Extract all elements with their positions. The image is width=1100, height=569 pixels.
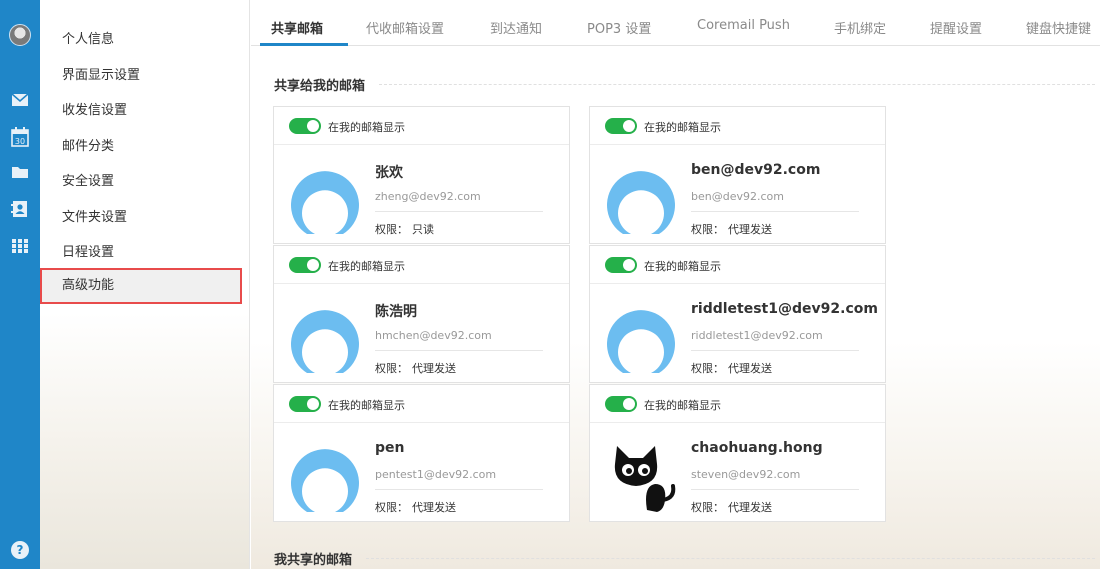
- menu-item-send-receive[interactable]: 收发信设置: [40, 93, 240, 129]
- permission-label: 权限：: [691, 501, 724, 514]
- shared-mailbox-card: 在我的邮箱显示 pen pentest1@dev92.com 权限： 代理发送: [273, 384, 570, 522]
- shared-mailbox-card: 在我的邮箱显示 riddletest1@dev92.com riddletest…: [589, 245, 886, 383]
- card-divider: [375, 211, 543, 212]
- mailbox-email: steven@dev92.com: [691, 468, 801, 481]
- mailbox-email: zheng@dev92.com: [375, 190, 481, 203]
- tab-collect-mailbox[interactable]: 代收邮箱设置: [366, 18, 444, 37]
- show-in-mailbox-toggle[interactable]: [605, 118, 637, 134]
- toggle-label: 在我的邮箱显示: [328, 399, 405, 412]
- card-header: 在我的邮箱显示: [590, 246, 885, 284]
- permission-row: 权限： 代理发送: [691, 221, 772, 237]
- mailbox-email: pentest1@dev92.com: [375, 468, 497, 481]
- tab-pop3[interactable]: POP3 设置: [587, 18, 651, 37]
- toggle-label: 在我的邮箱显示: [328, 121, 405, 134]
- cat-avatar-icon: [603, 438, 679, 514]
- show-in-mailbox-toggle[interactable]: [605, 257, 637, 273]
- main-content: 共享邮箱 代收邮箱设置 到达通知 POP3 设置 Coremail Push 手…: [251, 0, 1100, 569]
- card-header: 在我的邮箱显示: [590, 107, 885, 145]
- permission-value: 代理发送: [728, 362, 772, 375]
- mailbox-email: hmchen@dev92.com: [375, 329, 492, 342]
- tab-reminder-settings[interactable]: 提醒设置: [930, 18, 982, 37]
- tab-keyboard-shortcuts[interactable]: 键盘快捷键: [1026, 18, 1091, 37]
- default-avatar-icon: [287, 160, 363, 236]
- settings-tabs: 共享邮箱 代收邮箱设置 到达通知 POP3 设置 Coremail Push 手…: [251, 0, 1100, 46]
- menu-item-security[interactable]: 安全设置: [40, 164, 240, 200]
- permission-label: 权限：: [691, 362, 724, 375]
- show-in-mailbox-toggle[interactable]: [289, 118, 321, 134]
- permission-value: 代理发送: [412, 362, 456, 375]
- mail-icon[interactable]: [11, 92, 29, 108]
- calendar-day-text: 30: [15, 137, 25, 146]
- calendar-icon[interactable]: 30: [11, 127, 29, 147]
- section-divider: [366, 558, 1095, 559]
- permission-label: 权限：: [375, 501, 408, 514]
- apps-grid-icon[interactable]: [11, 238, 29, 254]
- default-avatar-icon: [287, 299, 363, 375]
- default-avatar-icon: [603, 299, 679, 375]
- permission-value: 只读: [412, 223, 434, 236]
- show-in-mailbox-toggle[interactable]: [289, 257, 321, 273]
- tab-arrival-notice[interactable]: 到达通知: [490, 18, 542, 37]
- menu-item-folder-settings[interactable]: 文件夹设置: [40, 200, 240, 236]
- show-in-mailbox-toggle[interactable]: [289, 396, 321, 412]
- mailbox-owner-name: ben@dev92.com: [691, 162, 821, 178]
- mailbox-owner-name: 陈浩明: [375, 304, 417, 320]
- mailbox-owner-name: riddletest1@dev92.com: [691, 301, 878, 317]
- default-avatar-icon: [287, 438, 363, 514]
- card-header: 在我的邮箱显示: [590, 385, 885, 423]
- shared-mailbox-card: 在我的邮箱显示 张欢 zheng@dev92.com 权限： 只读: [273, 106, 570, 244]
- menu-item-advanced[interactable]: 高级功能: [40, 268, 242, 304]
- toggle-label: 在我的邮箱显示: [644, 121, 721, 134]
- settings-menu: 个人信息 界面显示设置 收发信设置 邮件分类 安全设置 文件夹设置 日程设置 高…: [40, 0, 250, 569]
- card-divider: [691, 489, 859, 490]
- permission-value: 代理发送: [412, 501, 456, 514]
- menu-item-personal-info[interactable]: 个人信息: [40, 22, 240, 58]
- tab-shared-mailbox[interactable]: 共享邮箱: [271, 18, 323, 37]
- permission-value: 代理发送: [728, 501, 772, 514]
- card-divider: [691, 350, 859, 351]
- permission-label: 权限：: [375, 223, 408, 236]
- permission-value: 代理发送: [728, 223, 772, 236]
- tab-phone-binding[interactable]: 手机绑定: [834, 18, 886, 37]
- card-divider: [691, 211, 859, 212]
- shared-mailbox-card: 在我的邮箱显示 chaohuang.hong steven@dev92.com …: [589, 384, 886, 522]
- toggle-label: 在我的邮箱显示: [328, 260, 405, 273]
- contacts-icon[interactable]: [11, 201, 29, 217]
- card-header: 在我的邮箱显示: [274, 385, 569, 423]
- mailbox-owner-name: pen: [375, 440, 405, 456]
- permission-label: 权限：: [691, 223, 724, 236]
- permission-label: 权限：: [375, 362, 408, 375]
- section-divider: [379, 84, 1095, 85]
- menu-item-calendar-settings[interactable]: 日程设置: [40, 235, 240, 271]
- mailbox-owner-name: 张欢: [375, 165, 403, 181]
- default-avatar-icon: [603, 160, 679, 236]
- mailbox-email: ben@dev92.com: [691, 190, 784, 203]
- mailbox-email: riddletest1@dev92.com: [691, 329, 823, 342]
- user-avatar[interactable]: [9, 24, 31, 46]
- show-in-mailbox-toggle[interactable]: [605, 396, 637, 412]
- card-header: 在我的邮箱显示: [274, 246, 569, 284]
- app-icon-rail: 30 ?: [0, 0, 40, 569]
- menu-item-display-settings[interactable]: 界面显示设置: [40, 58, 240, 94]
- permission-row: 权限： 代理发送: [691, 360, 772, 376]
- shared-mailbox-card: 在我的邮箱显示 ben@dev92.com ben@dev92.com 权限： 代…: [589, 106, 886, 244]
- shared-mailbox-card: 在我的邮箱显示 陈浩明 hmchen@dev92.com 权限： 代理发送: [273, 245, 570, 383]
- tab-coremail-push[interactable]: Coremail Push: [697, 18, 790, 33]
- card-header: 在我的邮箱显示: [274, 107, 569, 145]
- permission-row: 权限： 代理发送: [375, 499, 456, 515]
- toggle-label: 在我的邮箱显示: [644, 399, 721, 412]
- card-divider: [375, 350, 543, 351]
- menu-item-mail-category[interactable]: 邮件分类: [40, 129, 240, 165]
- toggle-label: 在我的邮箱显示: [644, 260, 721, 273]
- section-title-shared-to-me: 共享给我的邮箱: [274, 79, 366, 94]
- permission-row: 权限： 代理发送: [691, 499, 772, 515]
- mailbox-owner-name: chaohuang.hong: [691, 440, 823, 456]
- permission-row: 权限： 只读: [375, 221, 434, 237]
- help-icon[interactable]: ?: [11, 541, 29, 559]
- folder-icon[interactable]: [11, 164, 29, 180]
- card-divider: [375, 489, 543, 490]
- permission-row: 权限： 代理发送: [375, 360, 456, 376]
- section-title-my-shared: 我共享的邮箱: [274, 553, 353, 568]
- active-tab-indicator: [260, 43, 348, 46]
